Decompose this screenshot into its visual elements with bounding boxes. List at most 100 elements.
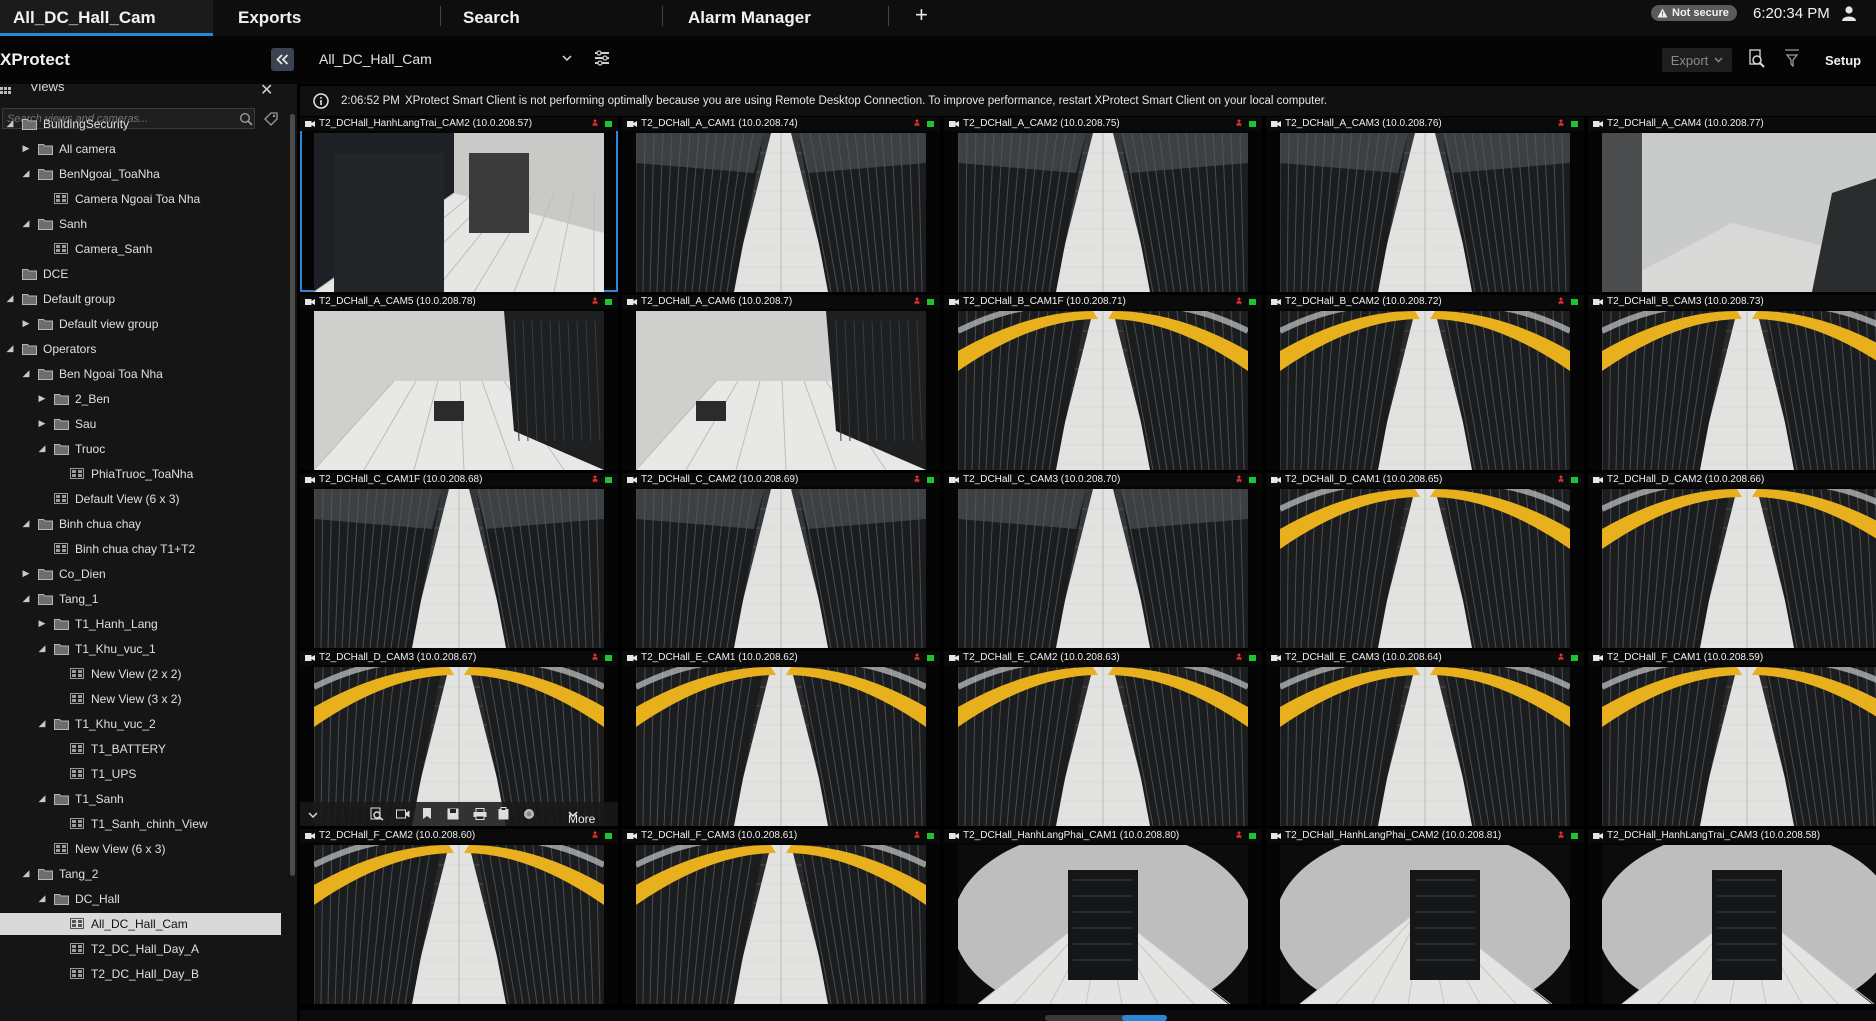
camera-tile[interactable]: T2_DCHall_E_CAM1 (10.0.208.62) bbox=[622, 651, 940, 826]
expanded-arrow-icon[interactable]: ◢ bbox=[37, 893, 47, 904]
expanded-arrow-icon[interactable]: ◢ bbox=[37, 443, 47, 454]
tree-folder[interactable]: ◢ Operators bbox=[0, 338, 280, 360]
camera-feed[interactable] bbox=[314, 489, 604, 648]
tree-view-item[interactable]: Binh chua chay T1+T2 bbox=[0, 538, 280, 560]
tab-all-dc-hall-cam[interactable]: All_DC_Hall_Cam bbox=[0, 0, 213, 36]
camera-feed[interactable] bbox=[1602, 667, 1876, 826]
more-button[interactable]: More bbox=[568, 807, 595, 826]
camera-feed[interactable] bbox=[314, 845, 604, 1004]
camera-feed[interactable] bbox=[1280, 489, 1570, 648]
tree-view-item[interactable]: New View (2 x 2) bbox=[0, 663, 280, 685]
camera-tile[interactable]: T2_DCHall_HanhLangPhai_CAM2 (10.0.208.81… bbox=[1266, 829, 1584, 1004]
camera-feed[interactable] bbox=[1280, 133, 1570, 292]
collapsed-arrow-icon[interactable]: ▶ bbox=[21, 318, 31, 329]
bookmark-icon[interactable] bbox=[422, 807, 432, 825]
camera-feed[interactable] bbox=[636, 311, 926, 470]
tree-view-item[interactable]: Camera Ngoai Toa Nha bbox=[0, 188, 280, 210]
tree-view-item[interactable]: New View (6 x 3) bbox=[0, 838, 280, 860]
camera-tile[interactable]: T2_DCHall_B_CAM3 (10.0.208.73) bbox=[1588, 295, 1876, 470]
tree-folder[interactable]: ◢ Ben Ngoai Toa Nha bbox=[0, 363, 280, 385]
tree-view-item[interactable]: Camera_Sanh bbox=[0, 238, 280, 260]
tree-folder[interactable]: ▶ T1_Hanh_Lang bbox=[0, 613, 280, 635]
camera-tile[interactable]: T2_DCHall_A_CAM4 (10.0.208.77) bbox=[1588, 117, 1876, 292]
search-icon[interactable] bbox=[370, 807, 384, 826]
tree-folder[interactable]: ◢ Sanh bbox=[0, 213, 280, 235]
camera-feed[interactable] bbox=[636, 133, 926, 292]
tab-exports[interactable]: Exports bbox=[238, 0, 398, 36]
camera-tile[interactable]: T2_DCHall_A_CAM1 (10.0.208.74) bbox=[622, 117, 940, 292]
tree-folder[interactable]: ◢ T1_Sanh bbox=[0, 788, 280, 810]
add-tab-icon[interactable]: + bbox=[915, 2, 928, 28]
camera-tile[interactable]: T2_DCHall_HanhLangPhai_CAM1 (10.0.208.80… bbox=[944, 829, 1262, 1004]
camera-feed[interactable] bbox=[958, 489, 1248, 648]
camera-feed[interactable] bbox=[1602, 311, 1876, 470]
video-icon[interactable] bbox=[396, 807, 410, 825]
chevron-down-icon[interactable] bbox=[562, 50, 572, 68]
chevron-down-icon[interactable] bbox=[308, 807, 318, 825]
tree-view-item[interactable]: Default View (6 x 3) bbox=[0, 488, 280, 510]
camera-feed[interactable] bbox=[1280, 845, 1570, 1004]
expanded-arrow-icon[interactable]: ◢ bbox=[21, 368, 31, 379]
tree-folder[interactable]: ◢ T1_Khu_vuc_2 bbox=[0, 713, 280, 735]
current-view-name[interactable]: All_DC_Hall_Cam bbox=[319, 51, 432, 67]
tree-folder[interactable]: ◢ Truoc bbox=[0, 438, 280, 460]
search-icon[interactable] bbox=[1748, 49, 1766, 74]
camera-tile[interactable]: T2_DCHall_C_CAM2 (10.0.208.69) bbox=[622, 473, 940, 648]
expanded-arrow-icon[interactable]: ◢ bbox=[5, 343, 15, 354]
camera-tile[interactable]: T2_DCHall_A_CAM2 (10.0.208.75) bbox=[944, 117, 1262, 292]
expanded-arrow-icon[interactable]: ◢ bbox=[37, 718, 47, 729]
camera-feed[interactable] bbox=[958, 845, 1248, 1004]
filter-icon[interactable] bbox=[1784, 49, 1800, 72]
camera-tile[interactable]: T2_DCHall_D_CAM3 (10.0.208.67) More bbox=[300, 651, 618, 826]
tree-view-item[interactable]: T1_BATTERY bbox=[0, 738, 280, 760]
camera-tile[interactable]: T2_DCHall_A_CAM3 (10.0.208.76) bbox=[1266, 117, 1584, 292]
camera-feed[interactable] bbox=[958, 133, 1248, 292]
user-icon[interactable] bbox=[1841, 5, 1857, 26]
collapsed-arrow-icon[interactable]: ▶ bbox=[21, 568, 31, 579]
expanded-arrow-icon[interactable]: ◢ bbox=[37, 643, 47, 654]
tree-view-item[interactable]: PhiaTruoc_ToaNha bbox=[0, 463, 280, 485]
camera-feed[interactable] bbox=[636, 667, 926, 826]
expanded-arrow-icon[interactable]: ◢ bbox=[5, 293, 15, 304]
tree-folder[interactable]: ◢ Default group bbox=[0, 288, 280, 310]
setup-button[interactable]: Setup bbox=[1825, 53, 1861, 68]
camera-feed[interactable] bbox=[1280, 311, 1570, 470]
page-scroll-thumb[interactable] bbox=[1122, 1015, 1167, 1021]
camera-tile[interactable]: T2_DCHall_E_CAM2 (10.0.208.63) bbox=[944, 651, 1262, 826]
camera-tile[interactable]: T2_DCHall_F_CAM2 (10.0.208.60) bbox=[300, 829, 618, 1004]
tree-folder[interactable]: ◢ T1_Khu_vuc_1 bbox=[0, 638, 280, 660]
tree-folder[interactable]: ▶ Sau bbox=[0, 413, 280, 435]
camera-tile[interactable]: T2_DCHall_HanhLangTrai_CAM2 (10.0.208.57… bbox=[300, 117, 618, 292]
camera-tile[interactable]: T2_DCHall_C_CAM3 (10.0.208.70) bbox=[944, 473, 1262, 648]
expanded-arrow-icon[interactable]: ◢ bbox=[37, 793, 47, 804]
camera-tile[interactable]: T2_DCHall_C_CAM1F (10.0.208.68) bbox=[300, 473, 618, 648]
expanded-arrow-icon[interactable]: ◢ bbox=[21, 518, 31, 529]
tree-folder[interactable]: ◢ Tang_1 bbox=[0, 588, 280, 610]
camera-tile[interactable]: T2_DCHall_D_CAM1 (10.0.208.65) bbox=[1266, 473, 1584, 648]
camera-feed[interactable] bbox=[1602, 133, 1876, 292]
tree-folder[interactable]: ◢ BuildingSecurity bbox=[0, 113, 280, 135]
camera-tile[interactable]: T2_DCHall_F_CAM1 (10.0.208.59) bbox=[1588, 651, 1876, 826]
camera-tile[interactable]: T2_DCHall_E_CAM3 (10.0.208.64) bbox=[1266, 651, 1584, 826]
tree-folder[interactable]: DCE bbox=[0, 263, 280, 285]
camera-tile[interactable]: T2_DCHall_D_CAM2 (10.0.208.66) bbox=[1588, 473, 1876, 648]
camera-feed[interactable] bbox=[1602, 845, 1876, 1004]
tab-alarm-manager[interactable]: Alarm Manager bbox=[688, 0, 888, 36]
collapsed-arrow-icon[interactable]: ▶ bbox=[37, 418, 47, 429]
tree-view-item[interactable]: T1_UPS bbox=[0, 763, 280, 785]
tree-folder[interactable]: ◢ Binh chua chay bbox=[0, 513, 280, 535]
tree-view-item[interactable]: T2_DC_Hall_Day_A bbox=[0, 938, 280, 960]
camera-tile[interactable]: T2_DCHall_B_CAM1F (10.0.208.71) bbox=[944, 295, 1262, 470]
tree-folder[interactable]: ◢ Tang_2 bbox=[0, 863, 280, 885]
camera-tile[interactable]: T2_DCHall_A_CAM6 (10.0.208.7) bbox=[622, 295, 940, 470]
save-icon[interactable] bbox=[447, 807, 459, 825]
collapsed-arrow-icon[interactable]: ▶ bbox=[37, 618, 47, 629]
camera-feed[interactable] bbox=[636, 845, 926, 1004]
camera-feed[interactable] bbox=[1602, 489, 1876, 648]
collapse-panel-button[interactable] bbox=[271, 48, 294, 71]
tree-folder[interactable]: ◢ DC_Hall bbox=[0, 888, 280, 910]
camera-tile[interactable]: T2_DCHall_HanhLangTrai_CAM3 (10.0.208.58… bbox=[1588, 829, 1876, 1004]
expanded-arrow-icon[interactable]: ◢ bbox=[21, 218, 31, 229]
export-button[interactable]: Export bbox=[1662, 48, 1732, 72]
camera-tile[interactable]: T2_DCHall_B_CAM2 (10.0.208.72) bbox=[1266, 295, 1584, 470]
